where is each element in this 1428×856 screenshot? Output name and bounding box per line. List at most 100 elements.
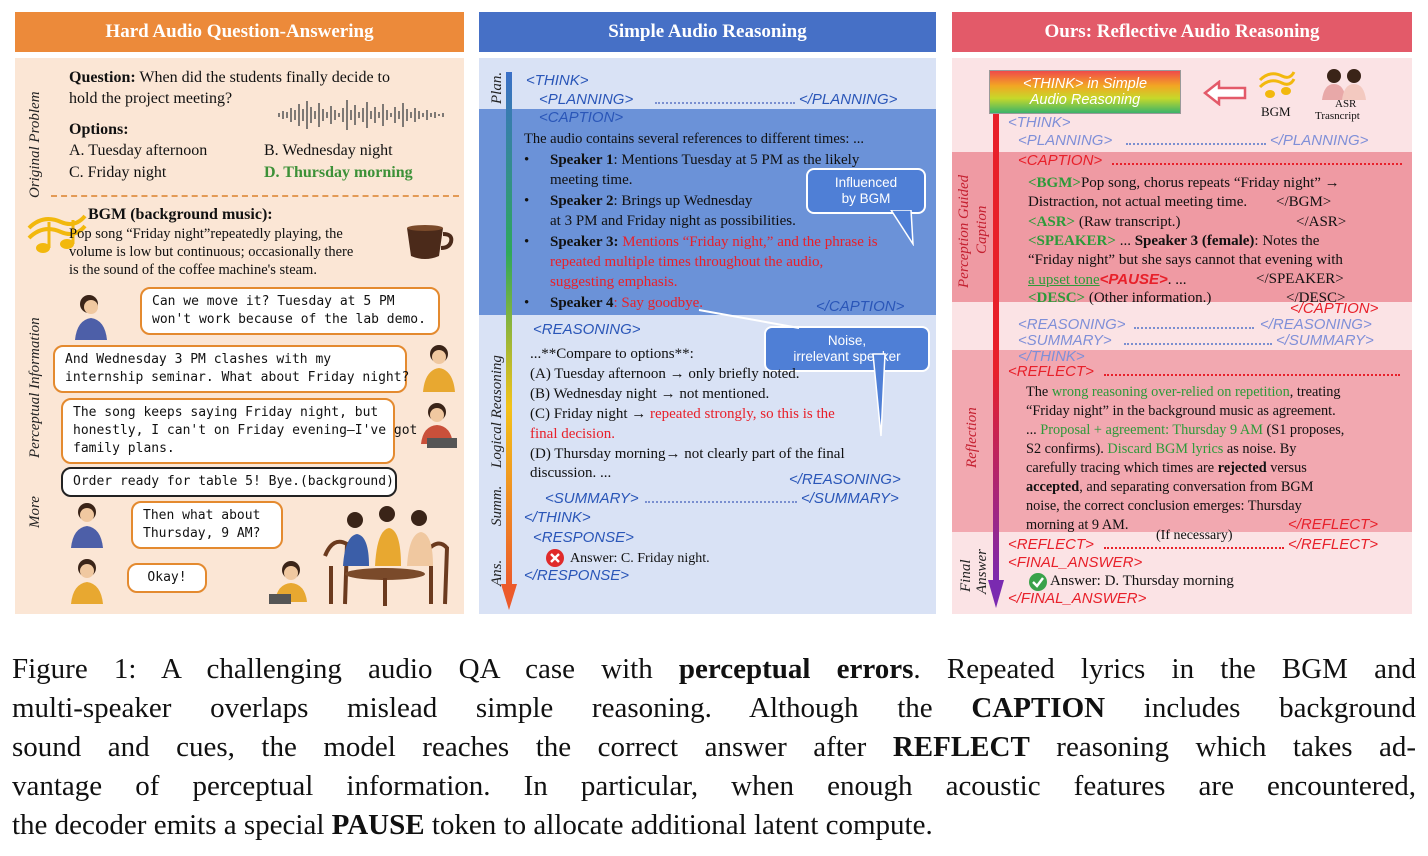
dotted-connector [645, 501, 797, 503]
reflect-open-tag-2: <REFLECT> [1008, 536, 1094, 553]
options-label: Options: [69, 121, 129, 138]
final-answer-open-tag: <FINAL_ANSWER> [1008, 554, 1143, 571]
speech-bubble-2: And Wednesday 3 PM clashes with my intern… [53, 345, 409, 393]
callout-influenced-by-bgm: Influenced by BGM [806, 168, 926, 214]
caption-close-tag: </CAPTION> [1290, 300, 1379, 317]
bgm-line1: <BGM>Pop song, chorus repeats “Friday ni… [1028, 175, 1340, 191]
speaker3-line2: repeated multiple times throughout the a… [550, 254, 824, 270]
student-avatar [71, 559, 103, 604]
planning-open-tag: <PLANNING> [539, 91, 634, 108]
speaker3-line3: suggesting emphasis. [550, 274, 678, 290]
student-avatar [423, 345, 455, 392]
summary-close-tag: </SUMMARY> [1276, 332, 1374, 349]
panel-title: Hard Audio Question-Answering [15, 12, 464, 52]
student-with-laptop-avatar [421, 403, 457, 448]
bgm-close-tag: </BGM> [1276, 194, 1332, 210]
coffee-cup-icon [407, 225, 454, 259]
option-c: C. Friday night [69, 164, 167, 181]
process-timeline-arrow [501, 72, 517, 610]
label-reflection: Reflection [964, 407, 980, 468]
dotted-connector [1104, 374, 1400, 376]
section-divider [51, 195, 459, 197]
caption-line3: sound and cues, the model reaches the co… [12, 731, 1416, 763]
reflect-line4: S2 confirms). Discard BGM lyrics as nois… [1026, 441, 1297, 457]
caption-intro: The audio contains several references to… [524, 131, 864, 147]
caption-open-tag: <CAPTION> [1018, 152, 1103, 169]
bullet: • [524, 152, 530, 168]
speech-bubble-5: Then what about Thursday, 9 AM? [131, 501, 283, 549]
reasoning-open-tag: <REASONING> [1018, 316, 1126, 333]
dotted-connector [1104, 547, 1284, 549]
student-avatar [71, 503, 103, 548]
speaker-line1: <SPEAKER> ... Speaker 3 (female): Notes … [1028, 233, 1320, 249]
panel-body: Perception Guided Caption Reflection Fin… [952, 58, 1412, 614]
speech-bubble-6: Okay! [127, 563, 207, 593]
wrong-answer-icon [546, 549, 564, 567]
cafe-table-group-illustration [323, 506, 450, 606]
label-perceptual-information: Perceptual Information [27, 317, 43, 458]
question: Question: When did the students finally … [69, 69, 390, 86]
caption-open-tag: <CAPTION> [539, 109, 624, 126]
asr-icon-label: ASR [1335, 98, 1357, 110]
think-close-tag: </THINK> [524, 509, 591, 526]
summary-open-tag: <SUMMARY> [1018, 332, 1112, 349]
reflect-close-tag: </REFLECT> [1288, 516, 1379, 533]
summary-close-tag: </SUMMARY> [801, 490, 899, 507]
reasoning-option-b: (B) Wednesday night → not mentioned. [530, 386, 770, 402]
reasoning-option-a: (A) Tuesday afternoon → only briefly not… [530, 366, 800, 382]
bgm-icon-label: BGM [1261, 104, 1291, 119]
bgm-line2: Distraction, not actual meeting time. [1028, 194, 1248, 210]
bullet: • [524, 193, 530, 209]
compare-line: ...**Compare to options**: [530, 346, 694, 362]
speaker4-line1: Speaker 4: Say goodbye. [550, 295, 704, 311]
summary-open-tag: <SUMMARY> [545, 490, 639, 507]
left-arrow-icon [1203, 80, 1247, 106]
reasoning-close-tag: </REASONING> [789, 471, 901, 488]
dotted-connector [1124, 343, 1272, 345]
caption-line4: vantage of perceptual information. In pa… [12, 770, 1416, 802]
speaker-line2: “Friday night” but she says cannot that … [1028, 252, 1343, 268]
dotted-connector [1134, 327, 1254, 329]
reflect-line3: ... Proposal + agreement: Thursday 9 AM … [1026, 422, 1345, 438]
background-speech-bubble: Order ready for table 5! Bye.(background… [61, 467, 397, 497]
label-final: Final [958, 559, 974, 593]
reasoning-option-d: (D) Thursday morning→ not clearly part o… [530, 446, 845, 462]
option-d-correct: D. Thursday morning [264, 164, 413, 181]
panel-body: Plan. Logical Reasoning Summ. Ans. <THIN… [479, 58, 936, 614]
reflect-open-tag: <REFLECT> [1008, 363, 1094, 380]
figure-caption: Figure 1: A challenging audio QA case wi… [12, 650, 1416, 845]
callout-pointer [890, 210, 914, 246]
bgm-music-icon [1258, 71, 1296, 98]
asr-icon-label2: Trasncript [1315, 110, 1360, 122]
reflect-line1: The wrong reasoning over-relied on repet… [1026, 384, 1341, 400]
student-avatar [75, 295, 107, 340]
reflective-timeline-arrow [988, 114, 1004, 608]
label-more: More [27, 496, 43, 528]
speech-bubble-3: The song keeps saying Friday night, but h… [61, 398, 417, 464]
option-a: A. Tuesday afternoon [69, 142, 208, 159]
final-answer: Answer: D. Thursday morning [1050, 573, 1234, 589]
simple-answer: Answer: C. Friday night. [570, 551, 710, 566]
speaker2-line1: Speaker 2: Brings up Wednesday [550, 193, 753, 209]
if-necessary-note: (If necessary) [1156, 528, 1233, 543]
caption-line1: Figure 1: A challenging audio QA case wi… [12, 653, 1416, 685]
speaker-close-tag: </SPEAKER> [1256, 271, 1344, 287]
simple-audio-reasoning-panel: Simple Audio Reasoning Plan. Logical Rea… [479, 12, 936, 614]
reflect-line2: “Friday night” in the background music a… [1026, 403, 1336, 419]
speaker2-line2: at 3 PM and Friday night as possibilitie… [550, 213, 796, 229]
panel-title: Simple Audio Reasoning [479, 12, 936, 52]
caption-line5: the decoder emits a special PAUSE token … [12, 809, 933, 841]
hard-audio-qa-panel: Hard Audio Question-Answering Original P… [15, 12, 464, 614]
think-open-tag: <THINK> [526, 72, 589, 89]
reasoning-option-c: (C) Friday night → repeated strongly, so… [530, 406, 835, 422]
panel-body: Original Problem Perceptual Information … [15, 58, 464, 614]
reasoning-option-c-line2: final decision. [530, 426, 615, 442]
speakers-icon [1322, 69, 1366, 100]
dotted-connector [655, 102, 795, 104]
dotted-connector [1112, 163, 1402, 165]
option-b: B. Wednesday night [264, 142, 393, 159]
speaker3-line1: Speaker 3: Mentions “Friday night,” and … [550, 234, 878, 250]
reflect-line5: carefully tracing which times are reject… [1026, 460, 1307, 476]
label-perception-guided: Perception Guided [956, 174, 972, 288]
reasoning-option-d-line2: discussion. ... [530, 465, 612, 481]
